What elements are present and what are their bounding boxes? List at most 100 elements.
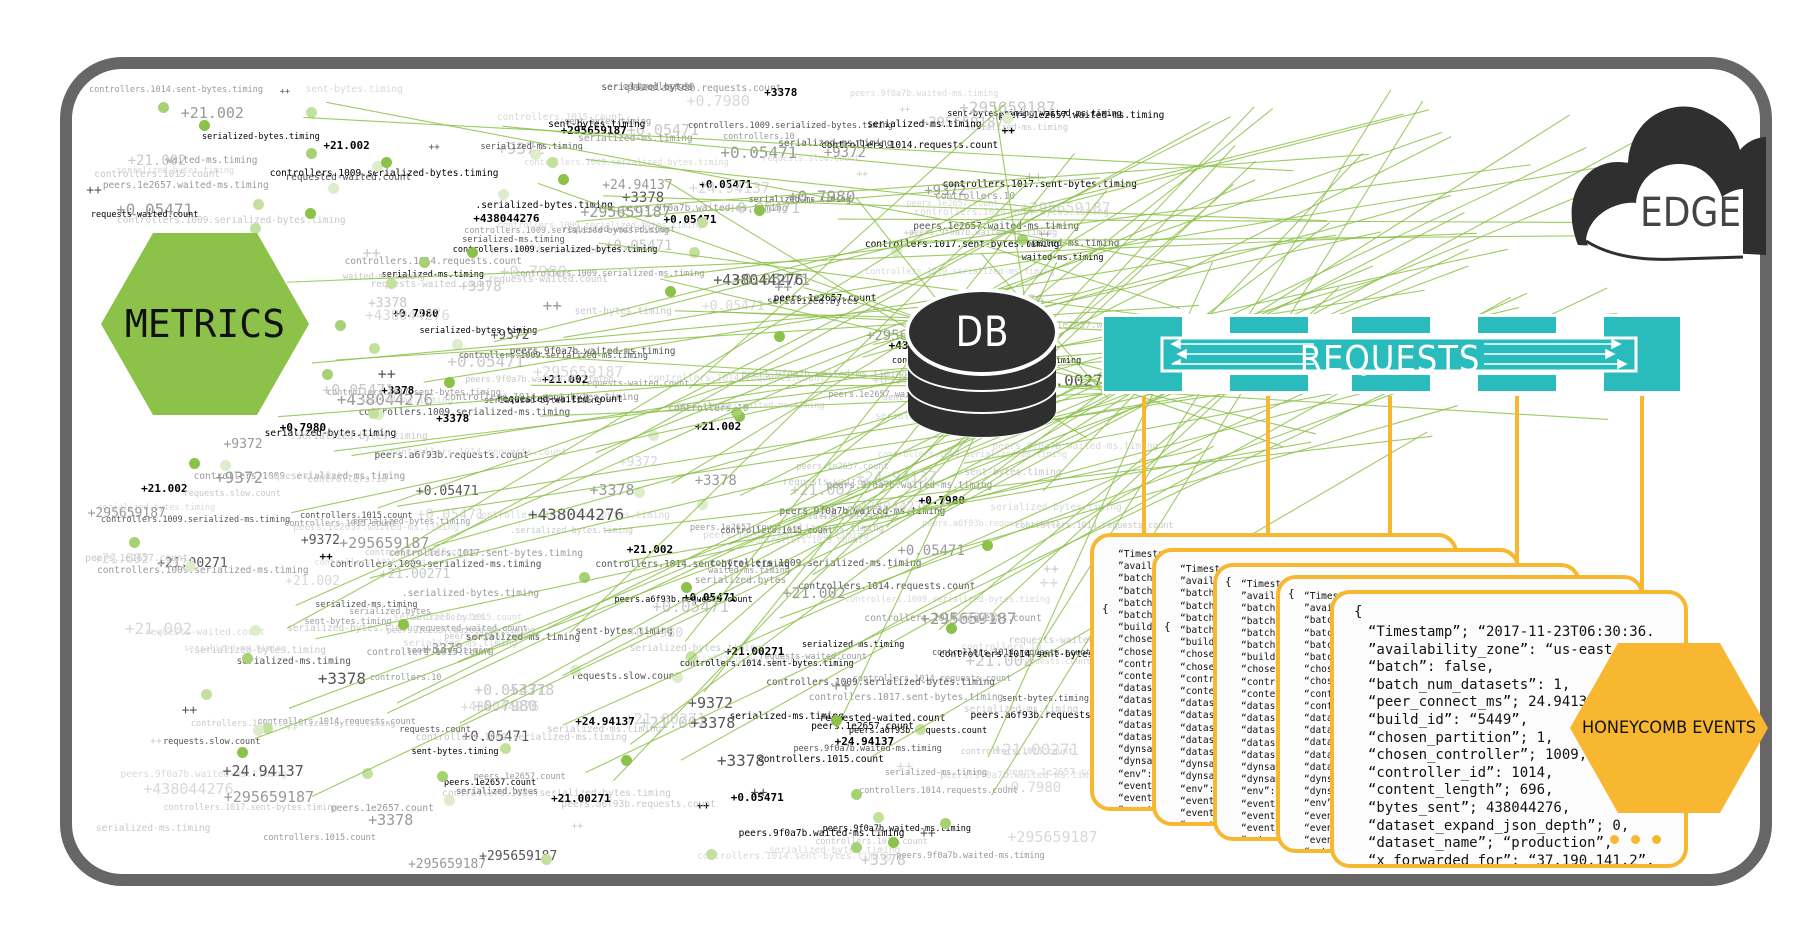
metric-name: .serialized-bytes.timing	[510, 525, 633, 536]
metric-name: controllers.1017.sent-bytes.timing	[808, 692, 1004, 704]
metric-name: peers.1e2657.waited-ms.timing	[913, 220, 1080, 232]
metric-name: controllers.1014.requests.count	[820, 139, 999, 151]
db-node: DB	[905, 285, 1060, 440]
metric-name: serialized-ms.timing	[769, 522, 885, 534]
metric-value: +21.00271	[992, 740, 1080, 760]
metric-name: controllers.1014.sent-bytes.timing	[679, 659, 854, 670]
metric-name: ++	[872, 827, 884, 838]
open-brace: {	[1288, 587, 1295, 600]
metric-dot	[241, 652, 253, 664]
metric-name: requested-waited.count	[496, 394, 623, 406]
metric-value: +21.002	[694, 419, 742, 433]
requests-label: REQUESTS	[1299, 339, 1481, 380]
metric-dot	[850, 842, 862, 854]
metric-name: requests-waited.count	[145, 626, 266, 638]
metric-name: controllers.1015.count	[757, 754, 884, 765]
metric-value: +438044276	[365, 308, 450, 324]
metric-name: controllers.10	[935, 191, 1016, 203]
metric-name: controllers.1017.sent-bytes.timing	[163, 803, 338, 814]
metric-value: +3378	[459, 278, 502, 295]
metric-name: ++	[856, 168, 868, 180]
more-dot	[1652, 835, 1661, 844]
metric-name: controllers.1009.serialized-ms.timing	[865, 266, 1055, 277]
metric-name: requests.slow.count	[571, 670, 681, 682]
metric-name: serialized-ms.timing	[462, 234, 565, 245]
metric-name: sent-bytes.timing	[964, 467, 1062, 479]
metric-value: ++	[1043, 562, 1059, 578]
metric-name: waited-ms.timing	[343, 271, 425, 282]
metric-dot	[184, 561, 196, 573]
metric-dot	[681, 581, 693, 593]
metric-value: +21.002	[626, 543, 674, 557]
metric-dot	[1016, 233, 1028, 245]
metric-name: controllers.1015.count	[300, 511, 413, 522]
metric-value: ++	[896, 758, 914, 775]
metric-dot	[570, 664, 582, 676]
metric-value: +9372	[618, 454, 658, 470]
metric-name: controllers.1009.serialized-bytes.timing	[766, 676, 996, 688]
connector-line	[1142, 396, 1146, 536]
metric-name: controllers.1015.count	[314, 557, 428, 568]
metric-name: peers.9f0a7b.waited-ms.timing	[741, 368, 908, 380]
metric-value: +295659187	[580, 202, 671, 221]
metric-value: +0.05471	[897, 542, 965, 559]
metric-value: +3378	[690, 713, 736, 732]
metric-dot	[688, 247, 700, 259]
metric-name: waited-ms.timing	[361, 395, 454, 407]
cloud-icon	[1571, 106, 1766, 261]
metric-name: peers.1e2657.count	[473, 771, 566, 782]
metric-value: +3378	[317, 668, 366, 688]
metric-name: controllers.1015.count	[366, 646, 493, 658]
metric-dot	[500, 742, 512, 754]
metric-value: +0.05471	[416, 507, 485, 524]
metric-dot	[128, 536, 140, 548]
open-brace: {	[1164, 620, 1171, 633]
metric-name: controllers.1009.serialized-ms.timing	[709, 557, 922, 569]
metric-value: +3378	[716, 750, 765, 770]
metric-name: peers.1e2657.waited-ms.timing	[293, 522, 460, 534]
metric-name: controllers.1015.count	[263, 833, 376, 844]
metric-name: peers.a6f93b.requests.count	[627, 82, 782, 94]
metric-value: +3378	[694, 473, 737, 490]
metric-name: serialized-ms.timing	[95, 822, 211, 834]
metric-name: waited-ms.timing	[1021, 252, 1104, 263]
metric-name: controllers.1009.serialized-bytes.timing	[269, 167, 499, 179]
metric-name: serialized-ms.timing	[578, 133, 693, 145]
edge-label: EDGE	[1640, 190, 1742, 236]
metric-name: controllers.1009.serialized-ms.timing	[877, 450, 1068, 461]
metric-name: peers.9f0a7b.waited-ms.timing	[896, 850, 1045, 861]
metric-name: ++	[150, 736, 162, 748]
metric-value: ++	[86, 182, 102, 198]
metric-name: ++	[279, 87, 291, 98]
metric-name: ++	[899, 105, 910, 116]
metric-name: .serialized-bytes.timing	[290, 431, 428, 443]
metric-value: +0.7980	[474, 697, 538, 716]
metric-value: +0.05471	[652, 597, 730, 617]
metric-name: requests-waited.count	[90, 210, 199, 221]
metric-name: controllers.1014.sent-bytes.timing	[88, 84, 263, 95]
metric-name: serialized-ms.timing	[801, 640, 905, 651]
metric-name: ++	[428, 141, 440, 153]
metric-value: +21.00271	[551, 791, 611, 805]
metric-dot	[1001, 112, 1013, 124]
metric-name: controllers.1015.count	[364, 548, 478, 559]
metric-dot	[540, 854, 552, 866]
metric-name: controllers.1014.sent-bytes.timing	[914, 207, 1109, 219]
metric-dot	[633, 487, 645, 499]
metric-name: peers.1e2657.count	[330, 803, 434, 815]
metric-name: peers.9f0a7b.waited-ms.timing	[509, 345, 676, 357]
metric-value: +0.05471	[730, 791, 784, 805]
metric-name: serialized-ms.timing	[963, 704, 1079, 716]
metric-dot	[648, 429, 659, 441]
metric-dot	[397, 618, 409, 630]
metric-name: controllers.1014.requests.count	[859, 785, 1018, 796]
metric-value: +438044276	[527, 504, 625, 524]
metric-name: requests.slow.count	[183, 489, 281, 500]
metric-name: controllers.1009.serialized-bytes.timing	[452, 245, 658, 256]
metric-value: +0.05471	[447, 351, 525, 371]
metric-name: serialized-ms.timing	[867, 119, 982, 131]
metric-dot	[249, 222, 261, 234]
metric-name: controllers.1009.serialized-bytes.timing	[190, 718, 396, 729]
metric-value: +3378	[955, 610, 998, 627]
metric-value: +295659187	[407, 856, 487, 872]
